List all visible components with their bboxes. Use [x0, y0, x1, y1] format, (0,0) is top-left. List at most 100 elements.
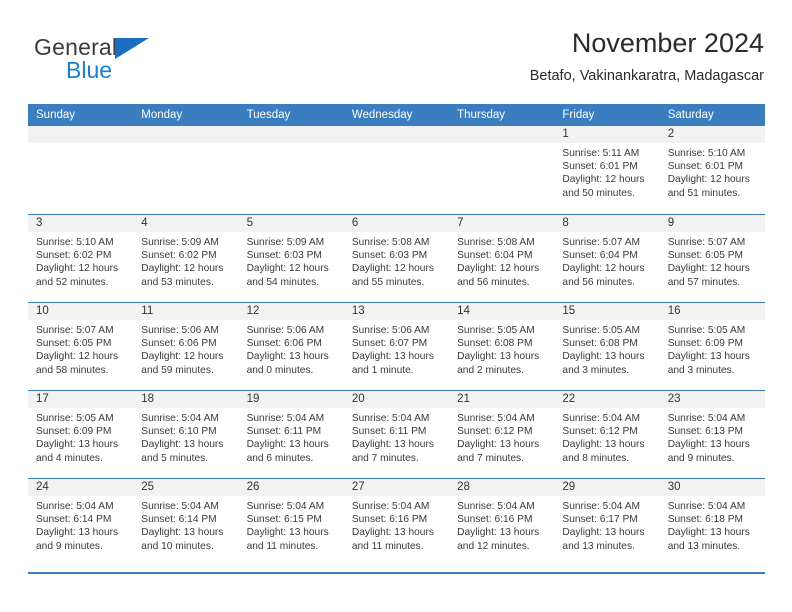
- general-blue-logo[interactable]: General Blue: [34, 34, 254, 94]
- day-number: 12: [238, 303, 344, 320]
- day-number: 13: [343, 303, 450, 320]
- page-header: General Blue November 2024 Betafo, Vakin…: [28, 26, 764, 98]
- calendar-day-cell[interactable]: 22 Sunrise: 5:04 AM Sunset: 6:12 PM Dayligh…: [554, 391, 660, 478]
- sunset-text: Sunset: 6:04 PM: [562, 250, 638, 262]
- sunset-text: Sunset: 6:18 PM: [667, 514, 744, 526]
- calendar-day-cell[interactable]: 18 Sunrise: 5:04 AM Sunset: 6:10 PM Dayligh…: [133, 391, 239, 478]
- calendar-day-cell-empty: [28, 126, 134, 214]
- day-details: Sunrise: 5:06 AM Sunset: 6:06 PM Daylight:…: [133, 320, 238, 377]
- calendar-day-cell[interactable]: 9 Sunrise: 5:07 AM Sunset: 6:05 PM Daylight…: [659, 215, 765, 302]
- calendar-weeks: 1 Sunrise: 5:11 AM Sunset: 6:01 PM Daylight…: [28, 126, 765, 566]
- calendar-day-cell[interactable]: 25 Sunrise: 5:04 AM Sunset: 6:14 PM Dayligh…: [133, 479, 239, 566]
- daylight-text-line2: and 3 minutes.: [667, 364, 735, 376]
- day-number: 6: [343, 215, 450, 232]
- daylight-text-line2: and 3 minutes.: [562, 364, 630, 376]
- sunrise-text: Sunrise: 5:08 AM: [351, 237, 430, 248]
- calendar-day-cell[interactable]: 27 Sunrise: 5:04 AM Sunset: 6:16 PM Dayligh…: [343, 479, 450, 566]
- weekday-header-sunday: Sunday: [36, 109, 76, 121]
- sunset-text: Sunset: 6:15 PM: [246, 514, 322, 526]
- day-number: 29: [554, 479, 660, 496]
- daylight-text-line1: Daylight: 13 hours: [457, 439, 540, 451]
- calendar-day-cell[interactable]: 10 Sunrise: 5:07 AM Sunset: 6:05 PM Dayligh…: [28, 303, 134, 390]
- daylight-text-line2: and 1 minute.: [351, 364, 414, 376]
- calendar-day-cell[interactable]: 24 Sunrise: 5:04 AM Sunset: 6:14 PM Dayligh…: [28, 479, 134, 566]
- sunrise-text: Sunrise: 5:04 AM: [457, 501, 535, 512]
- calendar-day-cell[interactable]: 21 Sunrise: 5:04 AM Sunset: 6:12 PM Dayligh…: [449, 391, 555, 478]
- day-number: 1: [554, 126, 660, 143]
- calendar-day-cell[interactable]: 14 Sunrise: 5:05 AM Sunset: 6:08 PM Dayligh…: [449, 303, 555, 390]
- calendar-day-cell[interactable]: 3 Sunrise: 5:10 AM Sunset: 6:02 PM Daylight…: [28, 215, 134, 302]
- sunset-text: Sunset: 6:03 PM: [246, 250, 322, 262]
- day-details: Sunrise: 5:08 AM Sunset: 6:04 PM Daylight:…: [449, 232, 554, 289]
- daylight-text-line2: and 51 minutes.: [667, 187, 741, 199]
- calendar-day-cell[interactable]: 20 Sunrise: 5:04 AM Sunset: 6:11 PM Dayligh…: [343, 391, 450, 478]
- daylight-text-line1: Daylight: 13 hours: [246, 439, 329, 451]
- calendar-day-cell[interactable]: 16 Sunrise: 5:05 AM Sunset: 6:09 PM Dayligh…: [659, 303, 765, 390]
- sunset-text: Sunset: 6:02 PM: [141, 250, 217, 262]
- daylight-text-line1: Daylight: 13 hours: [36, 439, 119, 451]
- day-number: 19: [238, 391, 344, 408]
- sunrise-text: Sunrise: 5:09 AM: [141, 237, 219, 248]
- sunrise-text: Sunrise: 5:09 AM: [246, 237, 325, 248]
- calendar-day-cell[interactable]: 8 Sunrise: 5:07 AM Sunset: 6:04 PM Daylight…: [554, 215, 660, 302]
- calendar-day-cell[interactable]: 4 Sunrise: 5:09 AM Sunset: 6:02 PM Daylight…: [133, 215, 239, 302]
- calendar-day-cell[interactable]: 28 Sunrise: 5:04 AM Sunset: 6:16 PM Dayligh…: [449, 479, 555, 566]
- calendar-day-cell[interactable]: 6 Sunrise: 5:08 AM Sunset: 6:03 PM Daylight…: [343, 215, 450, 302]
- daylight-text-line1: Daylight: 13 hours: [562, 527, 645, 539]
- day-number: 23: [659, 391, 765, 408]
- sunset-text: Sunset: 6:05 PM: [36, 338, 112, 350]
- sunrise-text: Sunrise: 5:07 AM: [667, 237, 746, 248]
- sunset-text: Sunset: 6:05 PM: [667, 250, 744, 262]
- calendar-day-cell[interactable]: 5 Sunrise: 5:09 AM Sunset: 6:03 PM Daylight…: [238, 215, 344, 302]
- daylight-text-line1: Daylight: 12 hours: [36, 351, 119, 363]
- sunrise-text: Sunrise: 5:04 AM: [457, 413, 535, 424]
- day-number: 25: [133, 479, 239, 496]
- calendar-day-cell[interactable]: 19 Sunrise: 5:04 AM Sunset: 6:11 PM Dayligh…: [238, 391, 344, 478]
- daylight-text-line2: and 7 minutes.: [457, 452, 524, 464]
- daylight-text-line2: and 59 minutes.: [141, 364, 214, 376]
- daylight-text-line1: Daylight: 13 hours: [457, 527, 540, 539]
- calendar-day-cell[interactable]: 23 Sunrise: 5:04 AM Sunset: 6:13 PM Dayligh…: [659, 391, 765, 478]
- day-details: Sunrise: 5:05 AM Sunset: 6:09 PM Daylight:…: [660, 320, 765, 377]
- calendar-day-cell[interactable]: 13 Sunrise: 5:06 AM Sunset: 6:07 PM Dayligh…: [343, 303, 450, 390]
- calendar-day-cell[interactable]: 29 Sunrise: 5:04 AM Sunset: 6:17 PM Dayligh…: [554, 479, 660, 566]
- sunrise-text: Sunrise: 5:04 AM: [667, 413, 746, 424]
- sunset-text: Sunset: 6:08 PM: [562, 338, 638, 350]
- daylight-text-line1: Daylight: 12 hours: [667, 174, 750, 186]
- daylight-text-line2: and 8 minutes.: [562, 452, 630, 464]
- day-number: 3: [28, 215, 134, 232]
- calendar-day-cell[interactable]: 12 Sunrise: 5:06 AM Sunset: 6:06 PM Dayligh…: [238, 303, 344, 390]
- calendar-day-cell[interactable]: 30 Sunrise: 5:04 AM Sunset: 6:18 PM Dayligh…: [659, 479, 765, 566]
- calendar-week-row: 24 Sunrise: 5:04 AM Sunset: 6:14 PM Dayligh…: [28, 478, 765, 566]
- day-number: 11: [133, 303, 239, 320]
- daylight-text-line1: Daylight: 12 hours: [141, 351, 224, 363]
- daylight-text-line2: and 13 minutes.: [562, 540, 635, 552]
- sunrise-text: Sunrise: 5:04 AM: [246, 413, 325, 424]
- weekday-header-saturday: Saturday: [667, 109, 714, 121]
- calendar-day-cell[interactable]: 7 Sunrise: 5:08 AM Sunset: 6:04 PM Daylight…: [449, 215, 555, 302]
- daylight-text-line1: Daylight: 13 hours: [667, 439, 750, 451]
- sunrise-text: Sunrise: 5:10 AM: [667, 148, 746, 159]
- daylight-text-line2: and 7 minutes.: [351, 452, 419, 464]
- calendar-day-cell[interactable]: 17 Sunrise: 5:05 AM Sunset: 6:09 PM Dayligh…: [28, 391, 134, 478]
- calendar-page: General Blue November 2024 Betafo, Vakin…: [0, 0, 792, 612]
- day-details: Sunrise: 5:04 AM Sunset: 6:11 PM Daylight:…: [344, 408, 449, 465]
- calendar-day-cell[interactable]: 2 Sunrise: 5:10 AM Sunset: 6:01 PM Daylight…: [659, 126, 765, 214]
- day-details: Sunrise: 5:04 AM Sunset: 6:12 PM Daylight:…: [449, 408, 554, 465]
- sunset-text: Sunset: 6:07 PM: [351, 338, 428, 350]
- calendar-day-cell-empty: [449, 126, 555, 214]
- sunset-text: Sunset: 6:12 PM: [457, 426, 533, 438]
- daylight-text-line2: and 58 minutes.: [36, 364, 109, 376]
- calendar-day-cell[interactable]: 26 Sunrise: 5:04 AM Sunset: 6:15 PM Dayligh…: [238, 479, 344, 566]
- daylight-text-line1: Daylight: 13 hours: [141, 439, 224, 451]
- day-number: 7: [449, 215, 555, 232]
- sunrise-text: Sunrise: 5:07 AM: [562, 237, 640, 248]
- sunrise-text: Sunrise: 5:04 AM: [667, 501, 746, 512]
- calendar-day-cell[interactable]: 15 Sunrise: 5:05 AM Sunset: 6:08 PM Dayligh…: [554, 303, 660, 390]
- calendar-grid: Sunday Monday Tuesday Wednesday Thursday…: [28, 104, 765, 566]
- sunset-text: Sunset: 6:11 PM: [246, 426, 322, 438]
- calendar-day-cell[interactable]: 1 Sunrise: 5:11 AM Sunset: 6:01 PM Daylight…: [554, 126, 660, 214]
- day-details: Sunrise: 5:05 AM Sunset: 6:08 PM Daylight:…: [449, 320, 554, 377]
- calendar-day-cell[interactable]: 11 Sunrise: 5:06 AM Sunset: 6:06 PM Dayligh…: [133, 303, 239, 390]
- logo-top-row: General: [34, 34, 254, 60]
